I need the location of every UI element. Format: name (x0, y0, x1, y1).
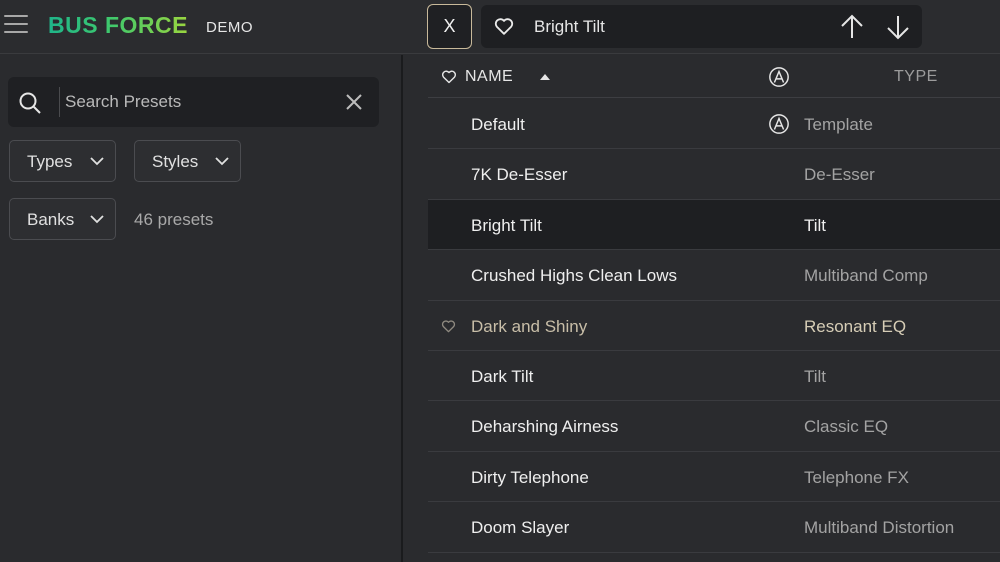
preset-name: Crushed Highs Clean Lows (471, 266, 677, 286)
preset-type: Tilt (804, 366, 827, 386)
preset-name: Default (471, 115, 525, 134)
chevron-down-icon (215, 157, 229, 166)
preset-name: Dark and Shiny (471, 316, 588, 336)
preset-name: Bright Tilt (471, 215, 542, 235)
banks-filter-label: Banks (27, 210, 75, 229)
table-row[interactable]: Dirty Telephone Telephone FX (428, 452, 1000, 503)
search-input[interactable] (65, 87, 325, 117)
preset-count: 46 presets (134, 210, 214, 229)
preset-type: Telephone FX (804, 467, 909, 487)
table-row[interactable]: Default Template (428, 99, 1000, 150)
preset-type: Multiband Comp (804, 266, 928, 286)
table-row[interactable]: Crushed Highs Clean Lows Multiband Comp (428, 250, 1000, 301)
table-row[interactable]: Deharshing Airness Classic EQ (428, 401, 1000, 452)
table-row[interactable]: Dark and Shiny Resonant EQ (428, 301, 1000, 351)
menu-icon[interactable] (4, 15, 28, 37)
table-row[interactable]: Bright Tilt Tilt (428, 199, 1000, 251)
table-header: NAME TYPE (428, 55, 1000, 98)
preset-type: Resonant EQ (804, 316, 907, 336)
app-logo: BUS FORCE (48, 12, 188, 38)
styles-filter-button[interactable]: Styles (134, 140, 241, 182)
chevron-down-icon (90, 215, 104, 224)
heart-icon[interactable] (440, 68, 458, 85)
types-filter-button[interactable]: Types (9, 140, 116, 182)
preset-name: Doom Slayer (471, 518, 570, 538)
sort-ascending-icon[interactable] (540, 74, 550, 80)
top-bar: BUS FORCE DEMO X Bright Tilt (0, 0, 1000, 54)
clear-icon[interactable] (344, 92, 364, 112)
preset-type: Template (804, 115, 873, 134)
search-box[interactable] (8, 77, 379, 127)
styles-filter-label: Styles (152, 152, 199, 171)
heart-icon[interactable] (493, 15, 515, 37)
preset-name: 7K De-Esser (471, 165, 568, 185)
close-button[interactable]: X (427, 4, 472, 49)
arrow-up-icon[interactable] (839, 13, 865, 41)
factory-icon (769, 114, 789, 134)
table-row[interactable]: 7K De-Esser De-Esser (428, 149, 1000, 200)
preset-rows: Default Template 7K De-Esser De-Esser Bright… (428, 99, 1000, 553)
search-icon (19, 92, 41, 114)
preset-name: Deharshing Airness (471, 417, 619, 437)
type-column-header[interactable]: TYPE (894, 68, 938, 86)
arrow-down-icon[interactable] (885, 13, 911, 41)
demo-label: DEMO (206, 19, 253, 36)
current-preset-name[interactable]: Bright Tilt (534, 17, 605, 37)
preset-type: De-Esser (804, 165, 875, 185)
preset-list-panel: NAME TYPE Default Template 7K De-Esser De-E… (405, 55, 1000, 562)
preset-selector[interactable]: Bright Tilt (481, 5, 922, 48)
banks-filter-button[interactable]: Banks (9, 198, 116, 240)
table-row[interactable]: Dark Tilt Tilt (428, 351, 1000, 402)
search-divider (59, 87, 60, 117)
browser-filter-panel: Types Styles Banks 46 presets (0, 55, 403, 562)
preset-type: Tilt (804, 215, 827, 235)
chevron-down-icon (90, 157, 104, 166)
types-filter-label: Types (27, 152, 73, 171)
preset-type: Classic EQ (804, 417, 889, 437)
preset-name: Dirty Telephone (471, 467, 589, 487)
factory-icon[interactable] (768, 66, 790, 88)
preset-name: Dark Tilt (471, 366, 534, 386)
name-column-header[interactable]: NAME (465, 68, 513, 86)
preset-type: Multiband Distortion (804, 518, 955, 538)
heart-icon[interactable] (440, 318, 457, 334)
table-row[interactable]: Doom Slayer Multiband Distortion (428, 502, 1000, 553)
